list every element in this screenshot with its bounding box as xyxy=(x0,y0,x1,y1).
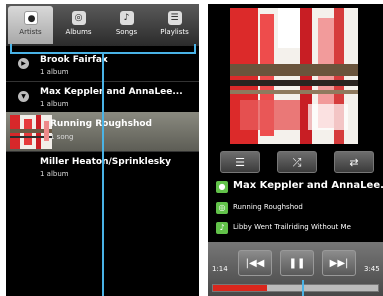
album-name: Running Roughshod xyxy=(50,119,152,129)
collapse-icon[interactable]: ▼ xyxy=(18,91,29,102)
artist-name: Max Keppler and AnnaLee... xyxy=(40,87,183,97)
album-icon: ◎ xyxy=(71,11,86,25)
microphone-icon: ● xyxy=(23,11,38,25)
tab-label: Artists xyxy=(19,28,42,36)
library-screen: ● Artists ◎ Albums ♪ Songs ☰ Playlists ▶… xyxy=(6,4,199,296)
callout-line xyxy=(102,53,104,296)
album-thumbnail xyxy=(10,115,52,149)
track-row: ♪ Libby Went Trailriding Without Me xyxy=(216,221,381,237)
artist-name: Miller Heaton/Sprinklesky xyxy=(40,157,172,167)
skip-forward-icon: ▶▶| xyxy=(329,258,349,269)
shuffle-icon: ⤮ xyxy=(292,156,302,169)
tab-artists[interactable]: ● Artists xyxy=(8,6,53,44)
progress-bar[interactable] xyxy=(212,284,379,292)
pause-button[interactable]: ❚❚ xyxy=(280,250,314,276)
song-count: 1 song xyxy=(50,133,74,141)
tab-label: Playlists xyxy=(160,28,189,36)
album-count: 1 album xyxy=(40,100,69,108)
tab-bar: ● Artists ◎ Albums ♪ Songs ☰ Playlists xyxy=(6,4,199,46)
previous-button[interactable]: |◀◀ xyxy=(238,250,272,276)
shuffle-button[interactable]: ⤮ xyxy=(277,151,317,173)
music-note-icon: ♪ xyxy=(119,11,134,25)
repeat-icon: ⇄ xyxy=(349,156,359,169)
playlist-button[interactable]: ☰ xyxy=(220,151,260,173)
tab-songs[interactable]: ♪ Songs xyxy=(104,6,149,44)
album-count: 1 album xyxy=(40,170,69,178)
album-name: Running Roughshod xyxy=(233,203,303,211)
track-title: Libby Went Trailriding Without Me xyxy=(233,223,351,231)
playlist-icon: ☰ xyxy=(167,11,182,25)
tab-label: Songs xyxy=(115,28,138,36)
now-playing-screen: ☰ ⤮ ⇄ ● Max Keppler and AnnaLee... ◎ Run… xyxy=(208,4,383,296)
duration-time: 3:45 xyxy=(364,265,380,273)
repeat-button[interactable]: ⇄ xyxy=(334,151,374,173)
callout-line xyxy=(302,280,304,296)
artist-row: ● Max Keppler and AnnaLee... xyxy=(216,180,383,196)
tab-playlists[interactable]: ☰ Playlists xyxy=(152,6,197,44)
elapsed-time: 1:14 xyxy=(212,265,228,273)
next-button[interactable]: ▶▶| xyxy=(322,250,356,276)
microphone-icon: ● xyxy=(216,181,228,193)
skip-back-icon: |◀◀ xyxy=(245,258,265,269)
artist-name: Brook Fairfax xyxy=(40,55,108,65)
album-icon: ◎ xyxy=(216,202,228,214)
expand-icon[interactable]: ▶ xyxy=(18,58,29,69)
progress-fill xyxy=(213,285,268,291)
tab-albums[interactable]: ◎ Albums xyxy=(56,6,101,44)
album-art xyxy=(230,8,358,144)
playlist-icon: ☰ xyxy=(235,156,245,169)
tab-label: Albums xyxy=(65,28,92,36)
album-count: 1 album xyxy=(40,68,69,76)
transport-panel: 1:14 |◀◀ ❚❚ ▶▶| 3:45 xyxy=(208,242,383,296)
pause-icon: ❚❚ xyxy=(288,258,306,269)
artist-name: Max Keppler and AnnaLee... xyxy=(233,180,383,191)
album-row: ◎ Running Roughshod xyxy=(216,201,381,217)
music-note-icon: ♪ xyxy=(216,222,228,234)
